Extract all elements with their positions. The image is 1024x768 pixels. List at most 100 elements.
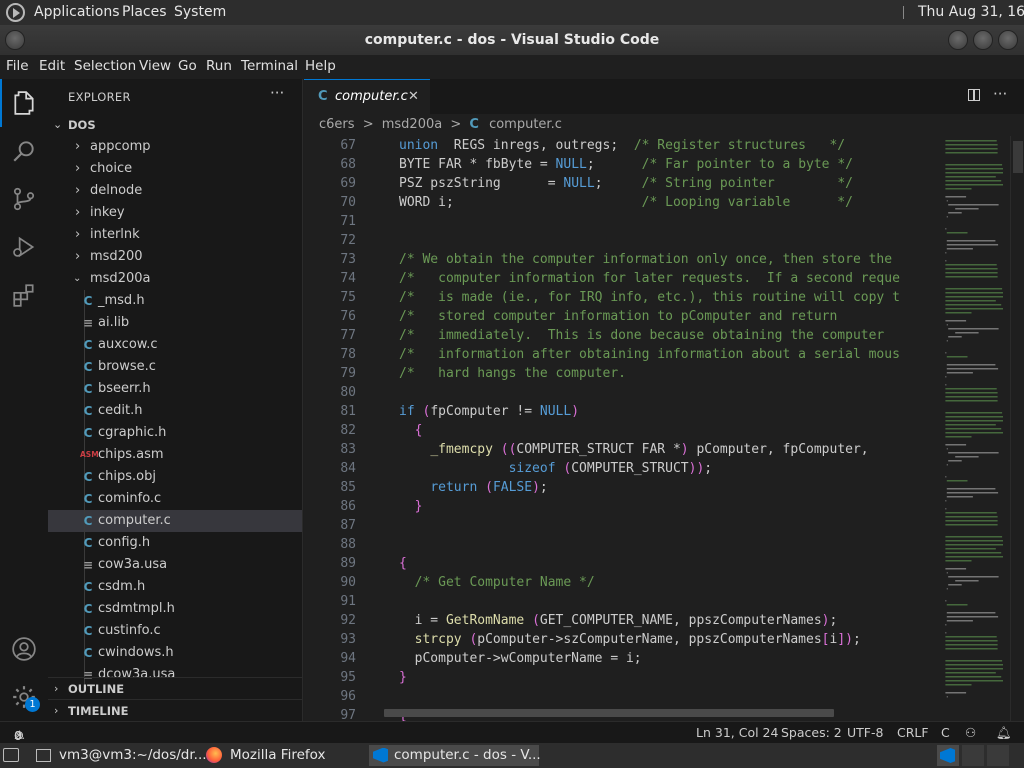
breadcrumb-item[interactable]: msd200a xyxy=(382,117,442,132)
code-editor[interactable]: 67 union REGS inregs, outregs; /* Registe… xyxy=(304,136,944,721)
code-line[interactable]: sizeof (COMPUTER_STRUCT)); xyxy=(399,459,713,478)
tree-file[interactable]: ≡ ai.lib xyxy=(48,312,302,334)
menu-terminal[interactable]: Terminal xyxy=(241,58,298,74)
code-line[interactable]: { xyxy=(399,554,407,573)
outline-section[interactable]: › OUTLINE xyxy=(48,677,302,699)
tree-folder-msd200a[interactable]: ⌄ msd200a xyxy=(48,268,302,290)
tree-file[interactable]: Ccsdmtmpl.h xyxy=(48,598,302,620)
cursor-position[interactable]: Ln 31, Col 24 xyxy=(696,725,778,740)
scrollbar-thumb[interactable] xyxy=(1013,141,1023,173)
tree-file[interactable]: Ccwindows.h xyxy=(48,642,302,664)
tree-file[interactable]: Ccustinfo.c xyxy=(48,620,302,642)
code-line[interactable]: union REGS inregs, outregs; /* Register … xyxy=(399,136,845,155)
feedback-icon[interactable]: ⚇ xyxy=(965,725,976,740)
tree-folder-interlnk[interactable]: › interlnk xyxy=(48,224,302,246)
workspace-2[interactable] xyxy=(962,745,984,766)
code-line[interactable]: return (FALSE); xyxy=(399,478,547,497)
tab-computer-c[interactable]: C computer.c ✕ xyxy=(304,79,430,114)
menu-selection[interactable]: Selection xyxy=(74,58,136,74)
taskbar-firefox[interactable]: Mozilla Firefox xyxy=(206,745,326,766)
code-line[interactable]: WORD i; /* Looping variable */ xyxy=(399,193,853,212)
code-line[interactable]: if (fpComputer != NULL) xyxy=(399,402,579,421)
code-line[interactable]: /* hard hangs the computer. xyxy=(399,364,626,383)
code-line[interactable]: pComputer->wComputerName = i; xyxy=(399,649,642,668)
run-debug-icon[interactable] xyxy=(0,223,48,271)
taskbar-vscode[interactable]: computer.c - dos - V... xyxy=(369,745,541,766)
tree-folder-appcomp[interactable]: › appcomp xyxy=(48,136,302,158)
code-line[interactable]: /* stored computer information to pCompu… xyxy=(399,307,837,326)
code-line[interactable]: } xyxy=(399,668,407,687)
menu-file[interactable]: File xyxy=(6,58,29,74)
tree-file[interactable]: Ccedit.h xyxy=(48,400,302,422)
code-line[interactable]: { xyxy=(399,421,423,440)
minimap[interactable] xyxy=(942,136,1008,721)
code-line[interactable]: /* Get Computer Name */ xyxy=(399,573,595,592)
menu-run[interactable]: Run xyxy=(206,58,232,74)
tree-file[interactable]: C _msd.h xyxy=(48,290,302,312)
workspace-1[interactable] xyxy=(937,745,959,766)
tree-file[interactable]: Cbrowse.c xyxy=(48,356,302,378)
tree-file[interactable]: ASM chips.asm xyxy=(48,444,302,466)
code-line[interactable]: /* is made (ie., for IRQ info, etc.), th… xyxy=(399,288,900,307)
menu-edit[interactable]: Edit xyxy=(39,58,65,74)
horizontal-scrollbar[interactable] xyxy=(384,709,834,717)
tree-file[interactable]: Ccsdm.h xyxy=(48,576,302,598)
tree-file[interactable]: Cbseerr.h xyxy=(48,378,302,400)
applications-menu[interactable]: Applications xyxy=(34,4,120,20)
tree-file[interactable]: Ccgraphic.h xyxy=(48,422,302,444)
line-endings[interactable]: CRLF xyxy=(897,725,929,740)
tree-file[interactable]: Cchips.obj xyxy=(48,466,302,488)
vertical-scrollbar[interactable] xyxy=(1010,136,1024,721)
language-mode[interactable]: C xyxy=(941,725,950,740)
more-actions-icon[interactable]: ··· xyxy=(993,85,1007,103)
menu-go[interactable]: Go xyxy=(178,58,197,74)
code-line[interactable]: strcpy (pComputer->szComputerName, ppszC… xyxy=(399,630,861,649)
tree-folder-inkey[interactable]: › inkey xyxy=(48,202,302,224)
places-menu[interactable]: Places xyxy=(122,4,167,20)
breadcrumb-item[interactable]: c6ers xyxy=(319,117,355,132)
gnome-foot-icon[interactable] xyxy=(6,3,25,22)
taskbar-terminal[interactable]: vm3@vm3:~/dos/dr... xyxy=(36,745,207,766)
maximize-button[interactable] xyxy=(973,30,993,50)
split-editor-icon[interactable] xyxy=(968,89,980,101)
tree-folder-msd200[interactable]: › msd200 xyxy=(48,246,302,268)
tree-folder-delnode[interactable]: › delnode xyxy=(48,180,302,202)
source-control-icon[interactable] xyxy=(0,175,48,223)
breadcrumb-item[interactable]: computer.c xyxy=(489,117,562,132)
bell-icon[interactable]: 🔔︎ xyxy=(996,725,1012,741)
code-line[interactable]: PSZ pszString = NULL; /* String pointer … xyxy=(399,174,853,193)
code-line[interactable]: BYTE FAR * fbByte = NULL; /* Far pointer… xyxy=(399,155,853,174)
more-actions-icon[interactable]: ··· xyxy=(270,84,284,102)
clock[interactable]: Thu Aug 31, 16:51 xyxy=(918,4,1024,20)
encoding[interactable]: UTF-8 xyxy=(847,725,883,740)
code-line[interactable]: /* immediately. This is done because obt… xyxy=(399,326,884,345)
menu-help[interactable]: Help xyxy=(305,58,336,74)
code-line[interactable]: } xyxy=(399,497,423,516)
tree-folder-choice[interactable]: › choice xyxy=(48,158,302,180)
account-icon[interactable] xyxy=(0,625,48,673)
files-icon[interactable] xyxy=(0,79,48,127)
timeline-section[interactable]: › TIMELINE xyxy=(48,699,302,721)
code-line[interactable]: /* information after obtaining informati… xyxy=(399,345,900,364)
tree-file[interactable]: Cauxcow.c xyxy=(48,334,302,356)
code-line[interactable]: _fmemcpy ((COMPUTER_STRUCT FAR *) pCompu… xyxy=(399,440,868,459)
tree-file[interactable]: ≡ cow3a.usa xyxy=(48,554,302,576)
code-line[interactable]: /* We obtain the computer information on… xyxy=(399,250,892,269)
code-line[interactable]: i = GetRomName (GET_COMPUTER_NAME, ppszC… xyxy=(399,611,838,630)
search-icon[interactable] xyxy=(0,127,48,175)
show-desktop-icon[interactable] xyxy=(3,748,19,762)
code-line[interactable]: /* computer information for later reques… xyxy=(399,269,900,288)
tree-file[interactable]: Cconfig.h xyxy=(48,532,302,554)
window-menu-button[interactable] xyxy=(5,30,25,50)
tree-file[interactable]: Ccomputer.c xyxy=(48,510,302,532)
extensions-icon[interactable] xyxy=(0,271,48,319)
system-menu[interactable]: System xyxy=(174,4,226,20)
close-window-button[interactable] xyxy=(998,30,1018,50)
workspace-3[interactable] xyxy=(987,745,1009,766)
close-icon[interactable]: ✕ xyxy=(408,89,419,104)
window-titlebar[interactable]: computer.c - dos - Visual Studio Code xyxy=(0,25,1024,55)
menu-view[interactable]: View xyxy=(139,58,171,74)
settings-gear-icon[interactable]: 1 xyxy=(0,673,48,721)
tree-file[interactable]: Ccominfo.c xyxy=(48,488,302,510)
minimize-button[interactable] xyxy=(948,30,968,50)
